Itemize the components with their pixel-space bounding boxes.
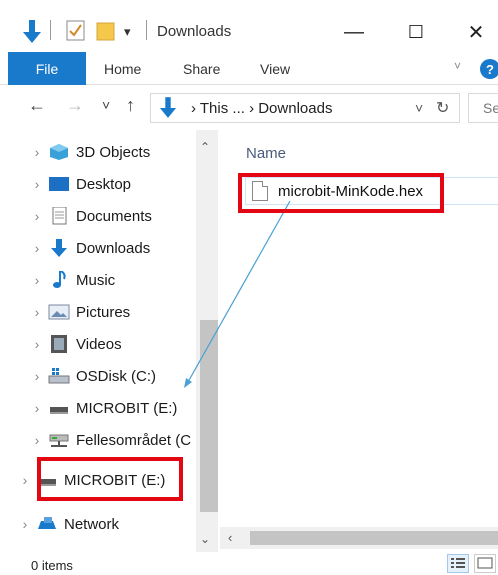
details-view-icon[interactable]: [447, 554, 469, 573]
scroll-left-icon[interactable]: ‹: [228, 530, 232, 545]
highlight-box-drive: [37, 457, 183, 501]
status-bar: 0 items: [0, 552, 498, 575]
horizontal-scrollbar-thumb[interactable]: [250, 531, 498, 545]
large-icons-view-icon[interactable]: [474, 554, 496, 573]
status-item-count: 0 items: [31, 558, 73, 573]
highlight-box-file: [238, 173, 444, 213]
